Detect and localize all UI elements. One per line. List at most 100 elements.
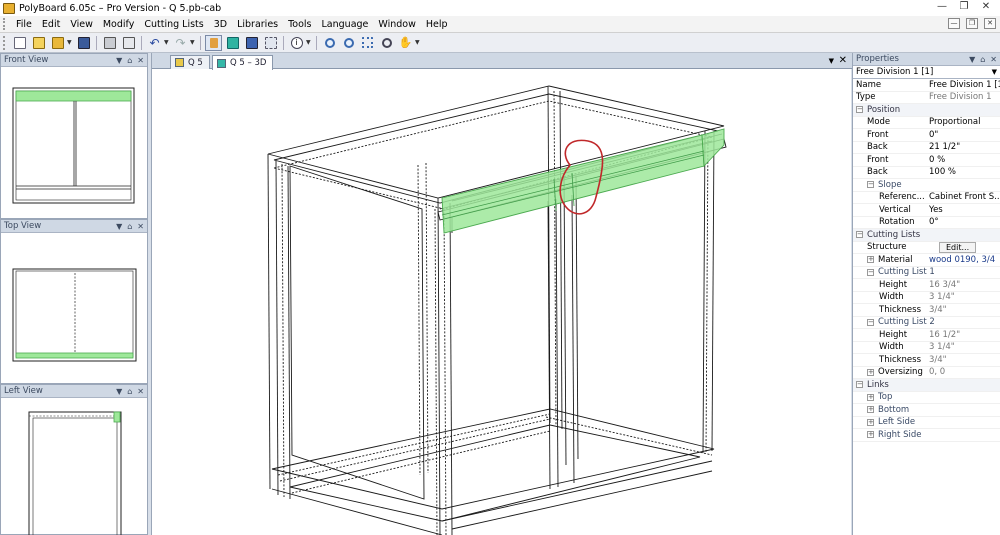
print-preview-icon[interactable]: [120, 35, 137, 51]
panel-menu-icon[interactable]: ▼: [116, 56, 122, 65]
expand-icon[interactable]: +: [867, 406, 874, 414]
zoom-window-icon[interactable]: [378, 35, 395, 51]
save-icon[interactable]: [75, 35, 92, 51]
zoom-in-icon[interactable]: [321, 35, 338, 51]
expand-icon[interactable]: +: [867, 368, 874, 376]
render-icon[interactable]: [243, 35, 260, 51]
menu-file[interactable]: File: [11, 17, 37, 32]
pin-icon[interactable]: ⌂: [127, 56, 132, 65]
collapse-icon[interactable]: −: [867, 181, 874, 189]
prop-cl1-width[interactable]: Width 3 1/4": [853, 292, 1000, 304]
prop-cl1-height[interactable]: Height 16 3/4": [853, 279, 1000, 292]
prop-front[interactable]: Front 0": [853, 129, 1000, 142]
category-cutting-list-2[interactable]: − Cutting List 2: [853, 317, 1000, 329]
link-top[interactable]: + Top: [853, 392, 1000, 404]
expand-icon[interactable]: +: [867, 431, 874, 439]
prop-back[interactable]: Back 21 1/2": [853, 142, 1000, 154]
panel-close-icon[interactable]: ✕: [137, 56, 144, 65]
redo-icon[interactable]: ↷: [172, 35, 189, 51]
doc-minimize-icon[interactable]: —: [948, 18, 960, 29]
info-dropdown-icon[interactable]: ▼: [306, 39, 311, 46]
prop-back-percent[interactable]: Back 100 %: [853, 167, 1000, 179]
zoom-out-icon[interactable]: [340, 35, 357, 51]
prop-name[interactable]: Name Free Division 1 [1]: [853, 79, 1000, 92]
wizard-icon[interactable]: [30, 35, 47, 51]
menu-view[interactable]: View: [65, 17, 98, 32]
tab-q5[interactable]: Q 5: [170, 55, 210, 69]
tab-close-icon[interactable]: ✕: [839, 55, 847, 66]
pan-icon[interactable]: ✋: [397, 35, 414, 51]
menu-libraries[interactable]: Libraries: [232, 17, 283, 32]
open-dropdown-icon[interactable]: ▼: [67, 39, 72, 46]
undo-icon[interactable]: ↶: [146, 35, 163, 51]
expand-icon[interactable]: +: [867, 418, 874, 426]
pin-icon[interactable]: ⌂: [127, 387, 132, 396]
category-cutting-list-1[interactable]: − Cutting List 1: [853, 267, 1000, 279]
prop-structure[interactable]: Structure Edit...: [853, 241, 1000, 254]
collapse-icon[interactable]: −: [867, 318, 874, 326]
explode-icon[interactable]: [262, 35, 279, 51]
menu-window[interactable]: Window: [373, 17, 420, 32]
structure-edit-button[interactable]: Edit...: [939, 241, 977, 253]
close-icon[interactable]: ✕: [978, 1, 994, 13]
chevron-down-icon[interactable]: ▼: [992, 68, 997, 76]
prop-material[interactable]: + Material wood 0190, 3/4: [853, 254, 1000, 267]
collapse-icon[interactable]: −: [856, 231, 863, 239]
prop-front-percent[interactable]: Front 0 %: [853, 154, 1000, 167]
tab-list-dropdown-icon[interactable]: ▼: [829, 57, 834, 65]
panel-close-icon[interactable]: ✕: [990, 55, 997, 64]
menu-edit[interactable]: Edit: [37, 17, 65, 32]
prop-cl1-thickness[interactable]: Thickness 3/4": [853, 304, 1000, 317]
top-view-canvas[interactable]: [1, 233, 147, 383]
prop-cl2-height[interactable]: Height 16 1/2": [853, 329, 1000, 342]
menu-language[interactable]: Language: [317, 17, 374, 32]
menu-cutting-lists[interactable]: Cutting Lists: [139, 17, 208, 32]
3d-viewport[interactable]: [152, 69, 852, 535]
doc-close-icon[interactable]: ✕: [984, 18, 996, 29]
tab-q5-3d[interactable]: Q 5 – 3D: [212, 55, 274, 70]
category-position[interactable]: − Position: [853, 104, 1000, 117]
category-slope[interactable]: − Slope: [853, 179, 1000, 192]
front-view-canvas[interactable]: [1, 67, 147, 218]
menu-tools[interactable]: Tools: [283, 17, 316, 32]
info-icon[interactable]: i: [288, 35, 305, 51]
redo-dropdown-icon[interactable]: ▼: [190, 39, 195, 46]
link-bottom[interactable]: + Bottom: [853, 404, 1000, 417]
panel-menu-icon[interactable]: ▼: [116, 387, 122, 396]
object-selector[interactable]: Free Division 1 [1] ▼: [853, 66, 1000, 79]
prop-type[interactable]: Type Free Division 1: [853, 92, 1000, 104]
cursor-icon[interactable]: [205, 34, 222, 51]
cube-icon[interactable]: [224, 35, 241, 51]
prop-rotation[interactable]: Rotation 0°: [853, 217, 1000, 229]
doc-restore-icon[interactable]: ❐: [966, 18, 978, 29]
panel-menu-icon[interactable]: ▼: [116, 222, 122, 231]
expand-icon[interactable]: +: [867, 256, 874, 264]
print-icon[interactable]: [101, 35, 118, 51]
pin-icon[interactable]: ⌂: [980, 55, 985, 64]
panel-close-icon[interactable]: ✕: [137, 222, 144, 231]
prop-mode[interactable]: Mode Proportional: [853, 117, 1000, 129]
category-cutting-lists[interactable]: − Cutting Lists: [853, 229, 1000, 242]
maximize-icon[interactable]: ❐: [956, 1, 972, 13]
prop-cl2-width[interactable]: Width 3 1/4": [853, 342, 1000, 354]
menu-grip[interactable]: [3, 18, 7, 30]
expand-icon[interactable]: +: [867, 393, 874, 401]
category-links[interactable]: − Links: [853, 379, 1000, 392]
new-file-icon[interactable]: [11, 35, 28, 51]
left-view-canvas[interactable]: [1, 398, 147, 535]
open-folder-icon[interactable]: [49, 35, 66, 51]
link-right-side[interactable]: + Right Side: [853, 429, 1000, 442]
toolbar-grip[interactable]: [3, 35, 7, 50]
menu-3d[interactable]: 3D: [209, 17, 232, 32]
pin-icon[interactable]: ⌂: [127, 222, 132, 231]
menu-modify[interactable]: Modify: [98, 17, 139, 32]
minimize-icon[interactable]: —: [934, 1, 950, 13]
collapse-icon[interactable]: −: [856, 106, 863, 114]
collapse-icon[interactable]: −: [867, 268, 874, 276]
undo-dropdown-icon[interactable]: ▼: [164, 39, 169, 46]
zoom-fit-icon[interactable]: [359, 35, 376, 51]
prop-vertical[interactable]: Vertical Yes: [853, 204, 1000, 217]
collapse-icon[interactable]: −: [856, 381, 863, 389]
panel-close-icon[interactable]: ✕: [137, 387, 144, 396]
prop-reference[interactable]: Referenc... Cabinet Front S...: [853, 192, 1000, 204]
